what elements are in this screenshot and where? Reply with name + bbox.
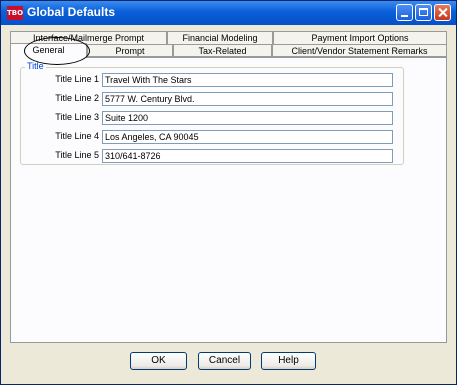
window-title: Global Defaults [27,5,116,19]
title-line-1-field[interactable] [102,73,393,87]
title-line-2-label: Title Line 2 [55,93,99,103]
title-line-3-field[interactable] [102,111,393,125]
title-line-2-field[interactable] [102,92,393,106]
title-line-5-field[interactable] [102,149,393,163]
highlight-oval [24,37,90,65]
tab-financial-modeling[interactable]: Financial Modeling [167,31,273,44]
help-button[interactable]: Help [261,352,316,370]
title-line-1-label: Title Line 1 [55,74,99,84]
minimize-icon[interactable] [396,4,413,21]
cancel-button[interactable]: Cancel [198,352,251,370]
title-line-4-field[interactable] [102,130,393,144]
title-line-5-label: Title Line 5 [55,150,99,160]
maximize-icon[interactable] [415,4,432,21]
tab-prompt[interactable]: Prompt [87,44,173,57]
title-line-4-label: Title Line 4 [55,131,99,141]
tab-client-vendor-statement-remarks[interactable]: Client/Vendor Statement Remarks [272,44,447,57]
title-bar[interactable]: TBO Global Defaults [1,1,456,25]
title-line-3-label: Title Line 3 [55,112,99,122]
ok-button[interactable]: OK [130,352,187,370]
tab-payment-import-options[interactable]: Payment Import Options [273,31,447,44]
app-logo-icon: TBO [7,6,23,20]
global-defaults-window: TBO Global Defaults Interface/Mailmerge … [0,0,457,385]
tab-tax-related[interactable]: Tax-Related [173,44,272,57]
close-icon[interactable] [434,4,451,21]
